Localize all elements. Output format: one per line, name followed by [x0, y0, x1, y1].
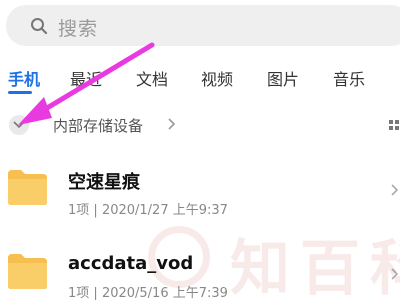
collapse-toggle[interactable] — [9, 115, 29, 135]
search-bar[interactable]: 搜索 — [6, 5, 400, 46]
grid-view-icon[interactable] — [389, 120, 400, 131]
tab-images[interactable]: 图片 — [267, 66, 299, 90]
tab-documents[interactable]: 文档 — [136, 66, 168, 90]
category-tabs: 手机 最近 文档 视频 图片 音乐 — [0, 62, 400, 94]
watermark: 知百科 — [148, 212, 400, 300]
active-tab-indicator — [8, 91, 32, 94]
chevron-right-icon — [168, 118, 176, 130]
folder-icon — [8, 254, 47, 289]
storage-location-label[interactable]: 内部存储设备 — [53, 115, 143, 136]
item-count: 1项 — [68, 203, 90, 218]
tab-music[interactable]: 音乐 — [333, 66, 365, 90]
tab-videos[interactable]: 视频 — [201, 66, 233, 90]
chevron-down-icon — [13, 121, 25, 129]
tab-recent[interactable]: 最近 — [70, 66, 102, 90]
watermark-text: 知百科 — [230, 234, 400, 300]
chevron-right-icon — [391, 184, 399, 196]
search-icon — [31, 18, 48, 35]
tab-phone[interactable]: 手机 — [8, 66, 40, 90]
folder-icon — [8, 170, 47, 205]
search-placeholder: 搜索 — [58, 18, 99, 40]
watermark-logo — [148, 226, 210, 288]
storage-path-row: 内部存储设备 — [0, 110, 400, 140]
folder-name: 空速星痕 — [68, 172, 140, 193]
item-count: 1项 — [68, 286, 90, 300]
